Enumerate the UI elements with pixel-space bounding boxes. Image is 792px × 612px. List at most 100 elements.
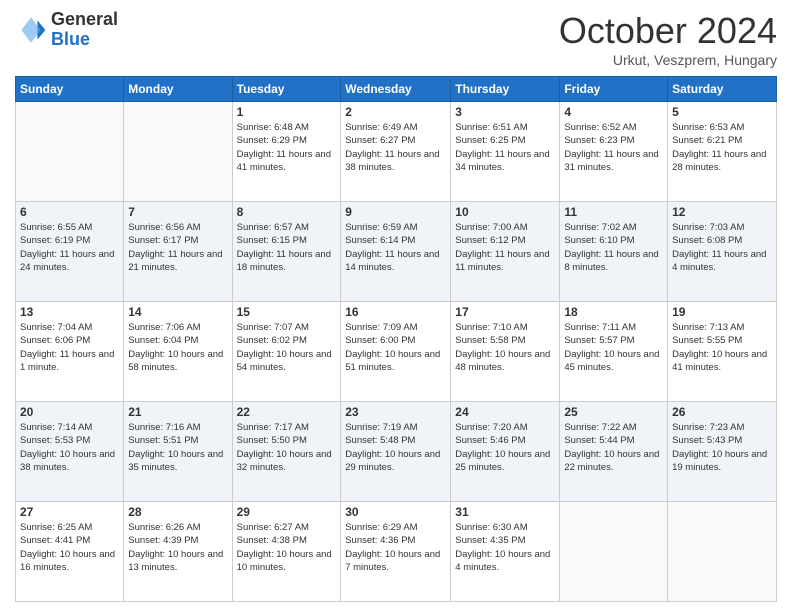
day-info: Sunrise: 6:25 AMSunset: 4:41 PMDaylight:… (20, 521, 119, 574)
day-number: 3 (455, 105, 555, 119)
day-number: 26 (672, 405, 772, 419)
calendar-cell: 15 Sunrise: 7:07 AMSunset: 6:02 PMDayligh… (232, 302, 341, 402)
day-info: Sunrise: 7:13 AMSunset: 5:55 PMDaylight:… (672, 321, 772, 374)
calendar-cell: 10 Sunrise: 7:00 AMSunset: 6:12 PMDayligh… (451, 202, 560, 302)
day-number: 19 (672, 305, 772, 319)
calendar-cell: 20 Sunrise: 7:14 AMSunset: 5:53 PMDayligh… (16, 402, 124, 502)
calendar-cell (668, 502, 777, 602)
day-number: 23 (345, 405, 446, 419)
calendar-cell: 12 Sunrise: 7:03 AMSunset: 6:08 PMDayligh… (668, 202, 777, 302)
day-number: 29 (237, 505, 337, 519)
month-title: October 2024 (559, 10, 777, 52)
calendar-cell: 19 Sunrise: 7:13 AMSunset: 5:55 PMDayligh… (668, 302, 777, 402)
day-number: 13 (20, 305, 119, 319)
calendar-header-saturday: Saturday (668, 77, 777, 102)
day-info: Sunrise: 7:10 AMSunset: 5:58 PMDaylight:… (455, 321, 555, 374)
calendar-header-sunday: Sunday (16, 77, 124, 102)
day-number: 22 (237, 405, 337, 419)
day-number: 20 (20, 405, 119, 419)
calendar-header-tuesday: Tuesday (232, 77, 341, 102)
calendar-cell: 3Sunrise: 6:51 AMSunset: 6:25 PMDaylight… (451, 102, 560, 202)
calendar-table: SundayMondayTuesdayWednesdayThursdayFrid… (15, 76, 777, 602)
calendar-cell: 28 Sunrise: 6:26 AMSunset: 4:39 PMDayligh… (124, 502, 232, 602)
day-info: Sunrise: 7:11 AMSunset: 5:57 PMDaylight:… (564, 321, 663, 374)
calendar-cell: 1 Sunrise: 6:48 AMSunset: 6:29 PMDaylight… (232, 102, 341, 202)
day-info: Sunrise: 7:19 AMSunset: 5:48 PMDaylight:… (345, 421, 446, 474)
calendar-cell: 21 Sunrise: 7:16 AMSunset: 5:51 PMDayligh… (124, 402, 232, 502)
day-info: Sunrise: 6:48 AMSunset: 6:29 PMDaylight:… (237, 121, 337, 174)
calendar-cell: 4 Sunrise: 6:52 AMSunset: 6:23 PMDaylight… (560, 102, 668, 202)
day-info: Sunrise: 7:22 AMSunset: 5:44 PMDaylight:… (564, 421, 663, 474)
day-number: 12 (672, 205, 772, 219)
day-info: Sunrise: 6:55 AMSunset: 6:19 PMDaylight:… (20, 221, 119, 274)
calendar-cell: 11 Sunrise: 7:02 AMSunset: 6:10 PMDayligh… (560, 202, 668, 302)
day-number: 16 (345, 305, 446, 319)
day-number: 24 (455, 405, 555, 419)
title-block: October 2024 Urkut, Veszprem, Hungary (559, 10, 777, 68)
calendar-cell: 30Sunrise: 6:29 AMSunset: 4:36 PMDayligh… (341, 502, 451, 602)
day-number: 1 (237, 105, 337, 119)
day-info: Sunrise: 6:53 AMSunset: 6:21 PMDaylight:… (672, 121, 772, 174)
day-number: 25 (564, 405, 663, 419)
day-info: Sunrise: 6:57 AMSunset: 6:15 PMDaylight:… (237, 221, 337, 274)
day-info: Sunrise: 7:16 AMSunset: 5:51 PMDaylight:… (128, 421, 227, 474)
calendar-cell: 7Sunrise: 6:56 AMSunset: 6:17 PMDaylight… (124, 202, 232, 302)
day-number: 8 (237, 205, 337, 219)
day-info: Sunrise: 7:23 AMSunset: 5:43 PMDaylight:… (672, 421, 772, 474)
day-number: 14 (128, 305, 227, 319)
calendar-cell: 6 Sunrise: 6:55 AMSunset: 6:19 PMDaylight… (16, 202, 124, 302)
day-number: 18 (564, 305, 663, 319)
day-info: Sunrise: 7:07 AMSunset: 6:02 PMDaylight:… (237, 321, 337, 374)
day-info: Sunrise: 7:03 AMSunset: 6:08 PMDaylight:… (672, 221, 772, 274)
calendar-cell: 24 Sunrise: 7:20 AMSunset: 5:46 PMDayligh… (451, 402, 560, 502)
calendar-cell: 31 Sunrise: 6:30 AMSunset: 4:35 PMDayligh… (451, 502, 560, 602)
calendar-cell: 26 Sunrise: 7:23 AMSunset: 5:43 PMDayligh… (668, 402, 777, 502)
calendar-cell: 29 Sunrise: 6:27 AMSunset: 4:38 PMDayligh… (232, 502, 341, 602)
calendar-cell: 2 Sunrise: 6:49 AMSunset: 6:27 PMDaylight… (341, 102, 451, 202)
calendar-header-wednesday: Wednesday (341, 77, 451, 102)
day-info: Sunrise: 6:27 AMSunset: 4:38 PMDaylight:… (237, 521, 337, 574)
calendar-cell: 18 Sunrise: 7:11 AMSunset: 5:57 PMDayligh… (560, 302, 668, 402)
day-number: 31 (455, 505, 555, 519)
day-info: Sunrise: 7:02 AMSunset: 6:10 PMDaylight:… (564, 221, 663, 274)
day-number: 27 (20, 505, 119, 519)
calendar-cell: 9Sunrise: 6:59 AMSunset: 6:14 PMDaylight… (341, 202, 451, 302)
day-number: 6 (20, 205, 119, 219)
calendar-week-row: 27 Sunrise: 6:25 AMSunset: 4:41 PMDayligh… (16, 502, 777, 602)
day-info: Sunrise: 6:26 AMSunset: 4:39 PMDaylight:… (128, 521, 227, 574)
day-number: 15 (237, 305, 337, 319)
calendar-cell: 23 Sunrise: 7:19 AMSunset: 5:48 PMDayligh… (341, 402, 451, 502)
calendar-cell: 16Sunrise: 7:09 AMSunset: 6:00 PMDayligh… (341, 302, 451, 402)
calendar-week-row: 1 Sunrise: 6:48 AMSunset: 6:29 PMDaylight… (16, 102, 777, 202)
calendar-cell: 13Sunrise: 7:04 AMSunset: 6:06 PMDayligh… (16, 302, 124, 402)
day-number: 30 (345, 505, 446, 519)
day-info: Sunrise: 7:20 AMSunset: 5:46 PMDaylight:… (455, 421, 555, 474)
day-info: Sunrise: 6:56 AMSunset: 6:17 PMDaylight:… (128, 221, 227, 274)
day-info: Sunrise: 6:52 AMSunset: 6:23 PMDaylight:… (564, 121, 663, 174)
day-info: Sunrise: 7:14 AMSunset: 5:53 PMDaylight:… (20, 421, 119, 474)
calendar-cell: 27 Sunrise: 6:25 AMSunset: 4:41 PMDayligh… (16, 502, 124, 602)
day-number: 21 (128, 405, 227, 419)
calendar-week-row: 13Sunrise: 7:04 AMSunset: 6:06 PMDayligh… (16, 302, 777, 402)
day-info: Sunrise: 6:49 AMSunset: 6:27 PMDaylight:… (345, 121, 446, 174)
day-info: Sunrise: 7:00 AMSunset: 6:12 PMDaylight:… (455, 221, 555, 274)
day-number: 28 (128, 505, 227, 519)
calendar-cell (124, 102, 232, 202)
logo: General Blue (15, 10, 118, 50)
calendar-header-monday: Monday (124, 77, 232, 102)
calendar-cell: 25 Sunrise: 7:22 AMSunset: 5:44 PMDayligh… (560, 402, 668, 502)
day-number: 4 (564, 105, 663, 119)
calendar-cell: 22 Sunrise: 7:17 AMSunset: 5:50 PMDayligh… (232, 402, 341, 502)
day-number: 17 (455, 305, 555, 319)
calendar-cell: 14Sunrise: 7:06 AMSunset: 6:04 PMDayligh… (124, 302, 232, 402)
day-number: 9 (345, 205, 446, 219)
day-number: 2 (345, 105, 446, 119)
calendar-cell: 8 Sunrise: 6:57 AMSunset: 6:15 PMDaylight… (232, 202, 341, 302)
day-info: Sunrise: 6:30 AMSunset: 4:35 PMDaylight:… (455, 521, 555, 574)
calendar-week-row: 20 Sunrise: 7:14 AMSunset: 5:53 PMDayligh… (16, 402, 777, 502)
calendar-cell (560, 502, 668, 602)
logo-general-text: General (51, 10, 118, 30)
day-number: 10 (455, 205, 555, 219)
day-info: Sunrise: 7:17 AMSunset: 5:50 PMDaylight:… (237, 421, 337, 474)
day-number: 11 (564, 205, 663, 219)
